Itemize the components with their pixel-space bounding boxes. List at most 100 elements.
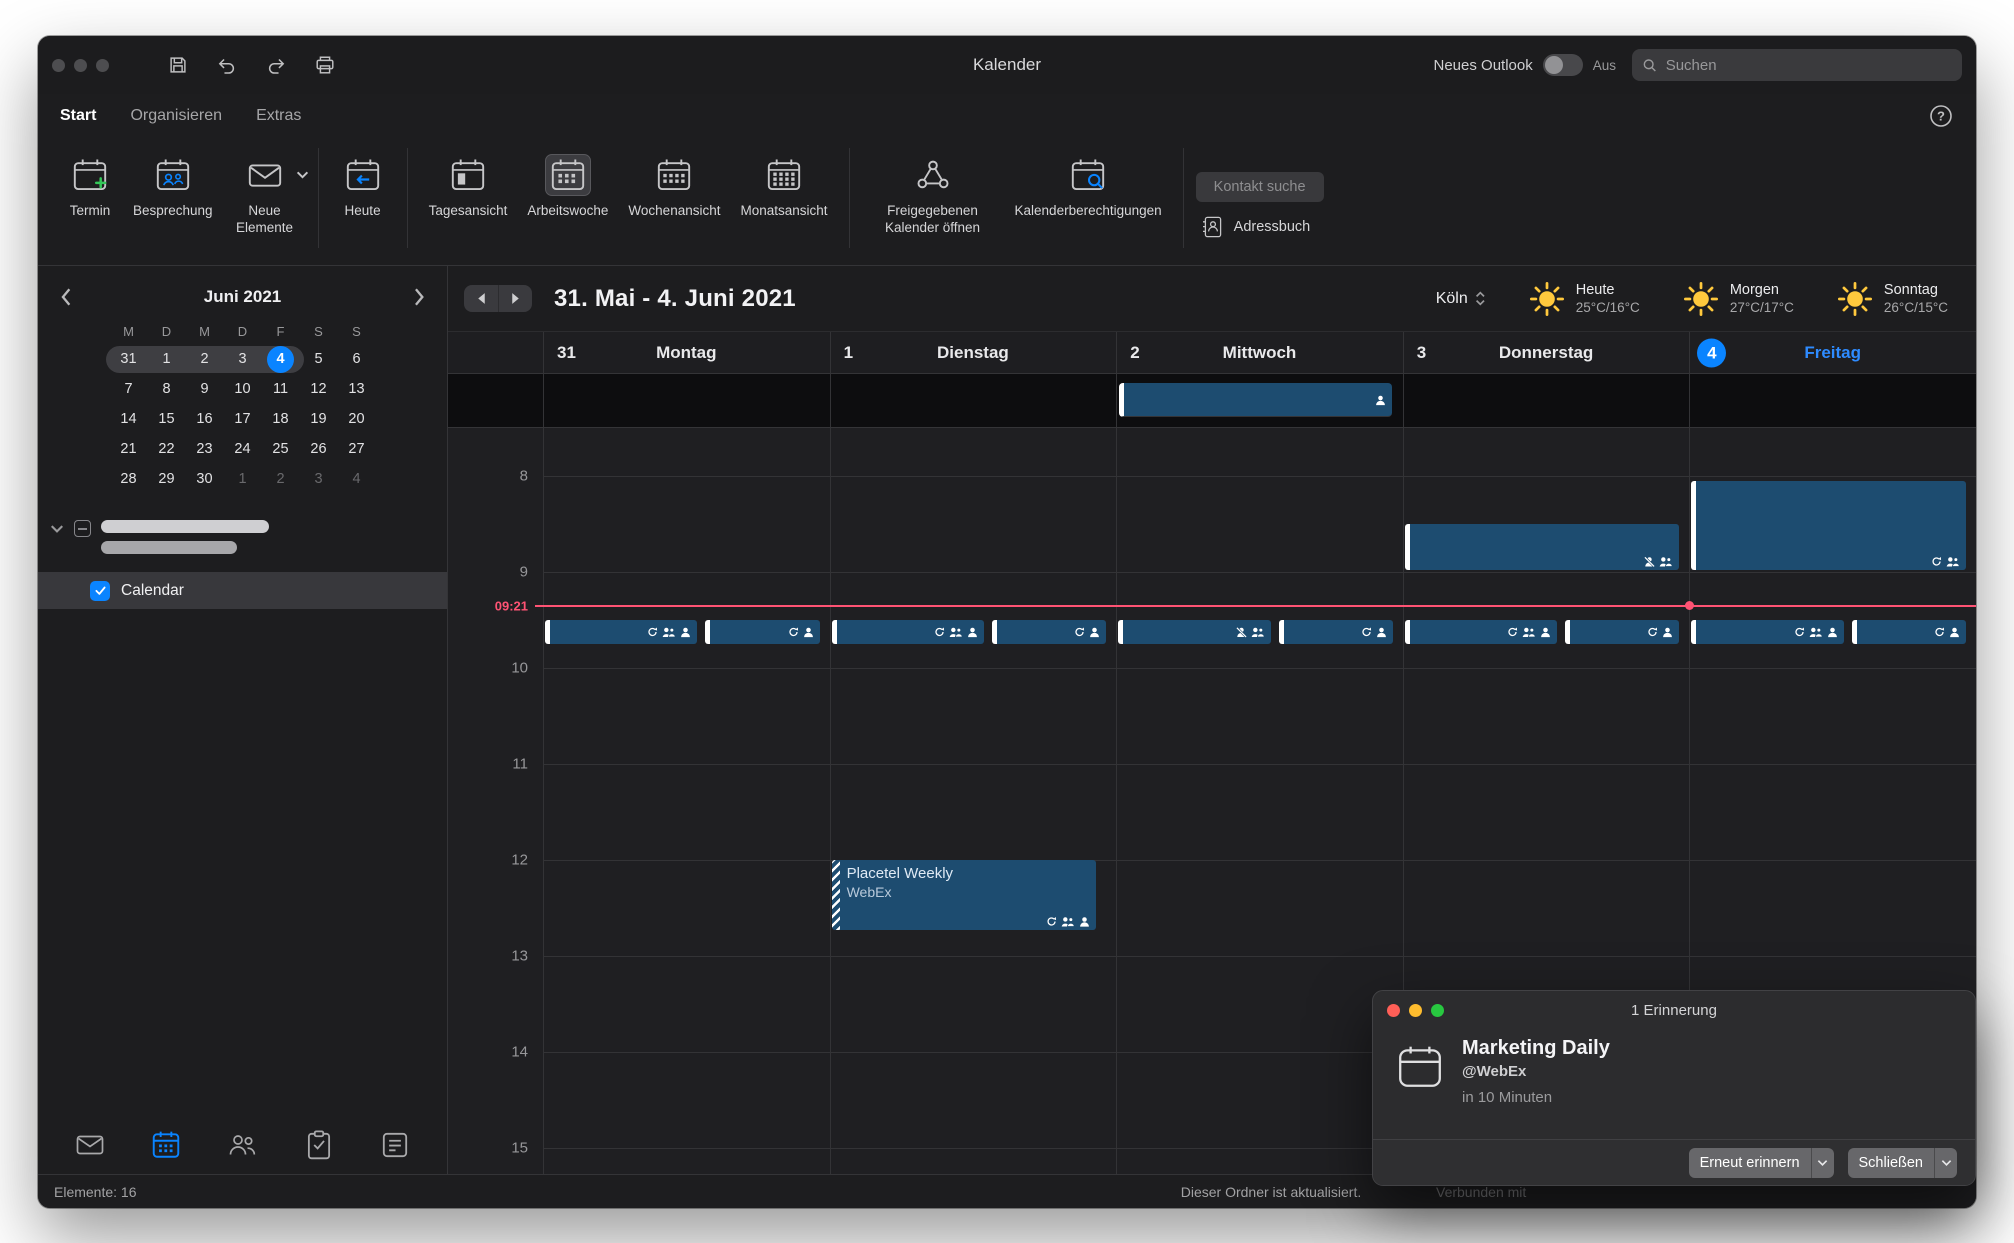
recurrence-icon <box>1931 556 1942 567</box>
mini-calendar-prev-icon[interactable] <box>56 288 76 306</box>
module-mail[interactable] <box>74 1129 106 1161</box>
tab-extras[interactable]: Extras <box>256 107 301 125</box>
mini-calendar-day[interactable]: 28 <box>110 464 148 494</box>
calendar-event[interactable] <box>1691 481 1966 570</box>
calendar-event[interactable] <box>1405 524 1680 570</box>
ribbon-button-monatsansicht[interactable]: Monatsansicht <box>731 150 836 224</box>
snooze-button[interactable]: Erneut erinnern <box>1689 1148 1834 1178</box>
mini-calendar-day[interactable]: 26 <box>300 434 338 464</box>
module-notes[interactable] <box>379 1129 411 1161</box>
ribbon-button-tagesansicht[interactable]: Tagesansicht <box>420 150 517 224</box>
module-people[interactable] <box>226 1129 258 1161</box>
minimize-button[interactable] <box>74 59 87 72</box>
new-outlook-toggle[interactable] <box>1543 54 1583 76</box>
mini-calendar-day[interactable]: 3 <box>224 344 262 374</box>
mini-calendar-day[interactable]: 21 <box>110 434 148 464</box>
mini-calendar-day[interactable]: 24 <box>224 434 262 464</box>
mini-calendar-day[interactable]: 15 <box>148 404 186 434</box>
calendar-event[interactable] <box>1405 620 1557 644</box>
mini-calendar-day[interactable]: 27 <box>338 434 376 464</box>
previous-week-button[interactable] <box>464 285 498 312</box>
reminder-close-button[interactable] <box>1387 1004 1400 1017</box>
mini-calendar-day[interactable]: 14 <box>110 404 148 434</box>
dismiss-button[interactable]: Schließen <box>1848 1148 1957 1178</box>
day-header-mittwoch[interactable]: 2Mittwoch <box>1116 332 1403 374</box>
mini-calendar-day[interactable]: 17 <box>224 404 262 434</box>
ribbon-button-neue-elemente[interactable]: Neue Elemente <box>224 150 306 241</box>
mini-calendar-day[interactable]: 12 <box>300 374 338 404</box>
mini-calendar-day[interactable]: 3 <box>300 464 338 494</box>
mini-calendar-day[interactable]: 31 <box>110 344 148 374</box>
calendar-event[interactable]: Placetel WeeklyWebEx <box>832 860 1097 930</box>
undo-icon[interactable] <box>216 54 238 76</box>
calendar-event[interactable] <box>832 620 984 644</box>
mini-calendar-next-icon[interactable] <box>409 288 429 306</box>
mini-calendar-day[interactable]: 1 <box>148 344 186 374</box>
day-header-montag[interactable]: 31Montag <box>543 332 830 374</box>
ribbon-button-arbeitswoche[interactable]: Arbeitswoche <box>518 150 617 224</box>
account-checkbox[interactable] <box>74 520 91 537</box>
calendar-event[interactable] <box>1691 620 1843 644</box>
calendar-event[interactable] <box>545 620 697 644</box>
mini-calendar-day[interactable]: 25 <box>262 434 300 464</box>
search-input[interactable] <box>1666 57 1952 74</box>
module-calendar[interactable] <box>150 1129 182 1161</box>
weather-location[interactable]: Köln <box>1436 290 1486 308</box>
mini-calendar-day[interactable]: 10 <box>224 374 262 404</box>
mini-calendar-day[interactable]: 4 <box>338 464 376 494</box>
ribbon-button-kalenderberechtigungen[interactable]: Kalenderberechtigungen <box>1006 150 1171 224</box>
mini-calendar-day[interactable]: 29 <box>148 464 186 494</box>
ribbon-button-besprechung[interactable]: Besprechung <box>124 150 222 224</box>
calendar-event[interactable] <box>1279 620 1393 644</box>
reminder-minimize-button[interactable] <box>1409 1004 1422 1017</box>
mini-calendar-day[interactable]: 5 <box>300 344 338 374</box>
day-header-donnerstag[interactable]: 3Donnerstag <box>1403 332 1690 374</box>
ribbon-button-termin[interactable]: Termin <box>58 150 122 224</box>
chevron-down-icon[interactable] <box>50 524 64 534</box>
ribbon-button-adressbuch[interactable]: Adressbuch <box>1196 215 1311 239</box>
mini-calendar-day[interactable]: 7 <box>110 374 148 404</box>
mini-calendar-day[interactable]: 2 <box>186 344 224 374</box>
day-header-freitag[interactable]: 4Freitag <box>1689 332 1976 374</box>
mini-calendar-day[interactable]: 9 <box>186 374 224 404</box>
close-button[interactable] <box>52 59 65 72</box>
reminder-zoom-button[interactable] <box>1431 1004 1444 1017</box>
print-icon[interactable] <box>314 54 336 76</box>
calendar-checkbox[interactable] <box>90 581 110 601</box>
mini-calendar-day[interactable]: 16 <box>186 404 224 434</box>
tab-start[interactable]: Start <box>60 107 96 125</box>
calendar-event[interactable] <box>1565 620 1679 644</box>
next-week-button[interactable] <box>498 285 532 312</box>
day-header-dienstag[interactable]: 1Dienstag <box>830 332 1117 374</box>
mini-calendar-day[interactable]: 22 <box>148 434 186 464</box>
calendar-list-item[interactable]: Calendar <box>38 572 447 609</box>
calendar-event[interactable] <box>705 620 819 644</box>
mini-calendar-day[interactable]: 18 <box>262 404 300 434</box>
calendar-event[interactable] <box>1852 620 1966 644</box>
mini-calendar-day[interactable]: 13 <box>338 374 376 404</box>
mini-calendar-day[interactable]: 6 <box>338 344 376 374</box>
mini-calendar-day[interactable]: 4 <box>262 344 300 374</box>
redo-icon[interactable] <box>265 54 287 76</box>
mini-calendar-day[interactable]: 30 <box>186 464 224 494</box>
mini-calendar-day[interactable]: 20 <box>338 404 376 434</box>
mini-calendar-day[interactable]: 8 <box>148 374 186 404</box>
ribbon-button-heute[interactable]: Heute <box>331 150 395 224</box>
tab-organisieren[interactable]: Organisieren <box>130 107 222 125</box>
mini-calendar-day[interactable]: 19 <box>300 404 338 434</box>
all-day-event[interactable] <box>1119 383 1392 417</box>
search-field[interactable] <box>1632 49 1962 81</box>
save-icon[interactable] <box>167 54 189 76</box>
ribbon-button-wochenansicht[interactable]: Wochenansicht <box>619 150 729 224</box>
module-tasks[interactable] <box>303 1129 335 1161</box>
account-section[interactable] <box>38 520 447 554</box>
mini-calendar-day[interactable]: 23 <box>186 434 224 464</box>
mini-calendar-day[interactable]: 11 <box>262 374 300 404</box>
help-icon[interactable]: ? <box>1928 103 1954 129</box>
zoom-button[interactable] <box>96 59 109 72</box>
mini-calendar-day[interactable]: 2 <box>262 464 300 494</box>
ribbon-button-freigegebenen-kalender-ffnen[interactable]: Freigegebenen Kalender öffnen <box>862 150 1004 241</box>
mini-calendar-day[interactable]: 1 <box>224 464 262 494</box>
calendar-event[interactable] <box>1118 620 1270 644</box>
calendar-event[interactable] <box>992 620 1106 644</box>
